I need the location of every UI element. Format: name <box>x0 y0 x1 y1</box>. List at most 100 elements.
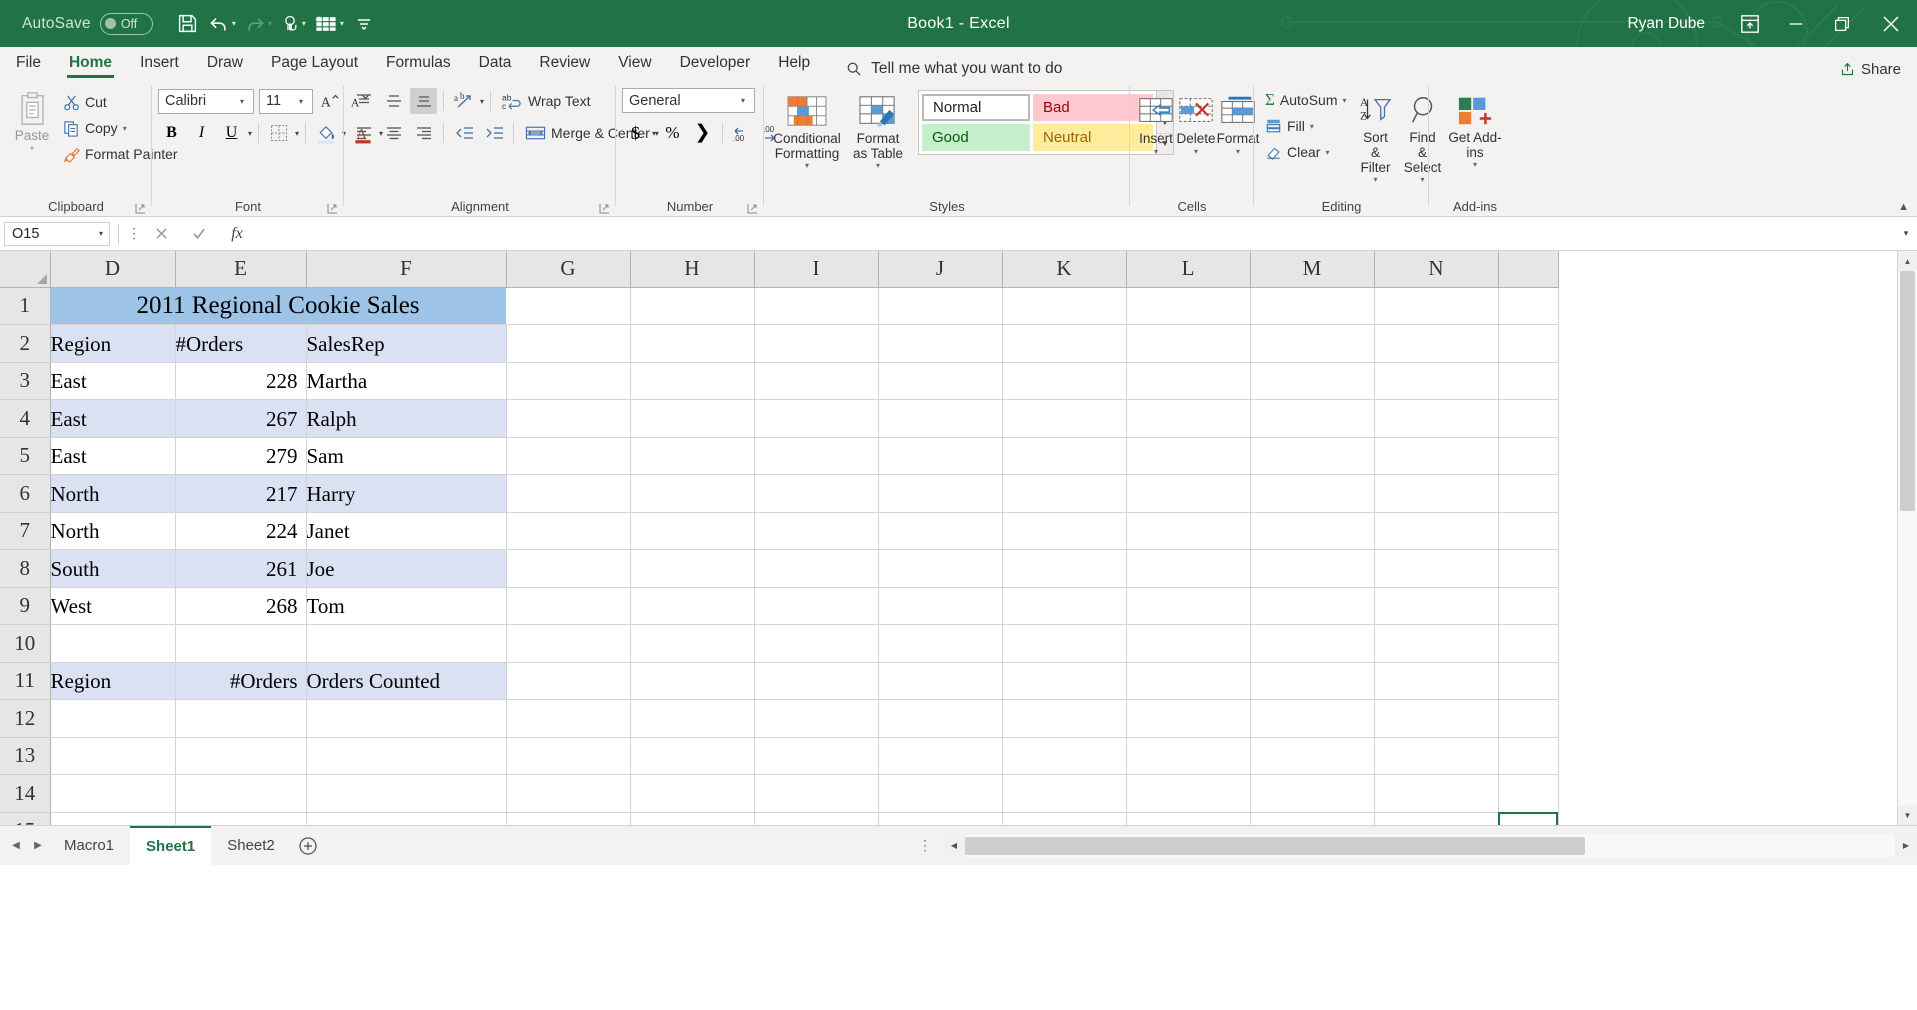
cell-O12[interactable] <box>1498 699 1559 738</box>
hscroll-right-icon[interactable]: ▶ <box>1895 834 1917 857</box>
cell-J6[interactable] <box>878 474 1003 513</box>
cell-J4[interactable] <box>878 399 1003 438</box>
conditional-formatting-button[interactable]: Conditional Formatting ▾ <box>770 88 844 173</box>
cell-O6[interactable] <box>1498 474 1559 513</box>
wrap-text-button[interactable]: ab c Wrap Text <box>497 88 596 114</box>
cell-L5[interactable] <box>1126 437 1251 475</box>
sheet-tab-sheet2[interactable]: Sheet2 <box>211 826 291 866</box>
cell-I11[interactable] <box>754 662 879 700</box>
cell-L10[interactable] <box>1126 624 1251 663</box>
cell-F15[interactable] <box>306 812 507 825</box>
cell-I8[interactable] <box>754 549 879 588</box>
cell-I13[interactable] <box>754 737 879 775</box>
row-header-5[interactable]: 5 <box>0 437 51 475</box>
row-header-1[interactable]: 1 <box>0 287 51 325</box>
italic-button[interactable]: I <box>188 120 215 146</box>
row-header-13[interactable]: 13 <box>0 737 51 775</box>
cell-E12[interactable] <box>175 699 307 738</box>
cell-H15[interactable] <box>630 812 755 825</box>
cell-F8[interactable]: Joe <box>306 549 507 588</box>
cell-D1-title[interactable]: 2011 Regional Cookie Sales <box>50 287 506 325</box>
tell-me-search[interactable]: Tell me what you want to do <box>846 60 1062 78</box>
bold-button[interactable]: B <box>158 120 185 146</box>
cell-K14[interactable] <box>1002 774 1127 813</box>
cell-M12[interactable] <box>1250 699 1375 738</box>
undo-icon[interactable]: ▾ <box>205 7 239 41</box>
cell-I14[interactable] <box>754 774 879 813</box>
cell-M3[interactable] <box>1250 362 1375 400</box>
underline-button[interactable]: U <box>218 120 245 146</box>
cell-K1[interactable] <box>1002 287 1127 325</box>
cell-K6[interactable] <box>1002 474 1127 513</box>
grow-font-button[interactable]: A <box>316 88 343 114</box>
accounting-format-button[interactable]: $ <box>622 120 649 146</box>
cell-D11[interactable]: Region <box>50 662 176 700</box>
cell-N10[interactable] <box>1374 624 1499 663</box>
cell-D12[interactable] <box>50 699 176 738</box>
share-button[interactable]: Share <box>1840 61 1901 78</box>
formula-bar-grip[interactable]: ⋮ <box>127 225 142 242</box>
cell-L12[interactable] <box>1126 699 1251 738</box>
cell-J15[interactable] <box>878 812 1003 825</box>
cell-F2[interactable]: SalesRep <box>306 324 507 363</box>
cell-L1[interactable] <box>1126 287 1251 325</box>
cell-D8[interactable]: South <box>50 549 176 588</box>
cell-J9[interactable] <box>878 587 1003 625</box>
cell-G3[interactable] <box>506 362 631 400</box>
cell-M9[interactable] <box>1250 587 1375 625</box>
cell-I9[interactable] <box>754 587 879 625</box>
borders-button[interactable] <box>265 120 292 146</box>
cell-J10[interactable] <box>878 624 1003 663</box>
cell-I3[interactable] <box>754 362 879 400</box>
cell-I10[interactable] <box>754 624 879 663</box>
cell-N8[interactable] <box>1374 549 1499 588</box>
cell-N9[interactable] <box>1374 587 1499 625</box>
cell-F11[interactable]: Orders Counted <box>306 662 507 700</box>
cell-I4[interactable] <box>754 399 879 438</box>
cell-M15[interactable] <box>1250 812 1375 825</box>
tab-page-layout[interactable]: Page Layout <box>257 48 372 78</box>
cell-G7[interactable] <box>506 512 631 550</box>
cell-H11[interactable] <box>630 662 755 700</box>
sheet-nav-prev-icon[interactable]: ◀ <box>6 840 26 851</box>
cell-J7[interactable] <box>878 512 1003 550</box>
cell-L3[interactable] <box>1126 362 1251 400</box>
cell-E9[interactable]: 268 <box>175 587 307 625</box>
column-header-L[interactable]: L <box>1126 251 1251 288</box>
cell-K10[interactable] <box>1002 624 1127 663</box>
tab-data[interactable]: Data <box>465 48 526 78</box>
name-box[interactable]: O15 ▾ <box>4 221 110 246</box>
cell-N4[interactable] <box>1374 399 1499 438</box>
cell-E7[interactable]: 224 <box>175 512 307 550</box>
cell-O5[interactable] <box>1498 437 1559 475</box>
sheet-nav-arrows[interactable]: ◀ ▶ <box>6 840 48 851</box>
cell-style-good[interactable]: Good <box>922 124 1030 151</box>
cell-I12[interactable] <box>754 699 879 738</box>
cell-O10[interactable] <box>1498 624 1559 663</box>
row-header-8[interactable]: 8 <box>0 549 51 588</box>
cell-G12[interactable] <box>506 699 631 738</box>
cell-L8[interactable] <box>1126 549 1251 588</box>
cell-O1[interactable] <box>1498 287 1559 325</box>
cell-O4[interactable] <box>1498 399 1559 438</box>
row-header-14[interactable]: 14 <box>0 774 51 813</box>
collapse-ribbon-icon[interactable]: ▲ <box>1898 201 1909 213</box>
cell-E8[interactable]: 261 <box>175 549 307 588</box>
cell-M1[interactable] <box>1250 287 1375 325</box>
cell-G1[interactable] <box>506 287 631 325</box>
cell-F6[interactable]: Harry <box>306 474 507 513</box>
borders-dropdown-icon[interactable]: ▾ <box>295 129 299 138</box>
cell-E2[interactable]: #Orders <box>175 324 307 363</box>
top-align-button[interactable] <box>350 88 377 114</box>
cell-I2[interactable] <box>754 324 879 363</box>
cell-H2[interactable] <box>630 324 755 363</box>
font-name-input[interactable]: Calibri ▾ <box>158 88 254 114</box>
row-header-9[interactable]: 9 <box>0 587 51 625</box>
autosave-toggle[interactable]: Off <box>99 12 153 35</box>
formula-input[interactable] <box>256 219 1895 249</box>
cell-D2[interactable]: Region <box>50 324 176 363</box>
hscroll-grip[interactable]: ⋮ <box>908 837 943 854</box>
cell-I7[interactable] <box>754 512 879 550</box>
cell-M7[interactable] <box>1250 512 1375 550</box>
column-header-O[interactable] <box>1498 251 1559 288</box>
